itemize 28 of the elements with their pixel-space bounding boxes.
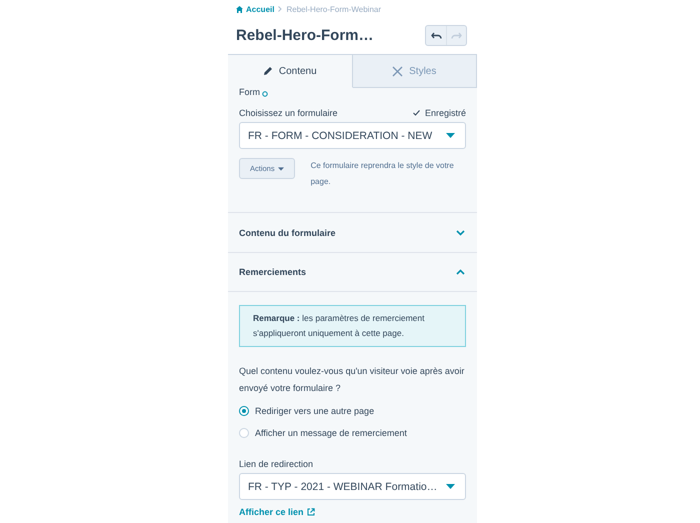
caret-icon: [446, 484, 455, 489]
tab[interactable]: Contenu: [228, 54, 352, 88]
redirect-dropdown[interactable]: FR - TYP - 2021 - WEBINAR Formatio…: [239, 473, 466, 500]
caret-icon: [446, 133, 455, 138]
redo-icon: [451, 30, 462, 40]
home-link[interactable]: Accueil: [236, 5, 274, 14]
style-note: Ce formulaire reprendra le style de votre page.: [310, 160, 455, 188]
notice-box: Remarque : les paramètres de remerciement s'appliqueront uniquement à cette page.: [239, 305, 466, 347]
field-label: Choisissez un formulaire: [239, 108, 338, 118]
home-icon: [236, 6, 243, 13]
field-label: Lien de redirection: [239, 459, 314, 469]
radio-option[interactable]: Afficher un message de remerciement: [239, 424, 407, 441]
question-text: Quel contenu voulez-vous qu'un visiteur voie après avoir envoyé votre formulaire ?: [239, 365, 466, 395]
radio-button[interactable]: [239, 406, 249, 416]
form-dropdown[interactable]: FR - FORM - CONSIDERATION - NEW: [239, 122, 466, 149]
accordion-header[interactable]: Remerciements: [228, 252, 477, 292]
page-title: Rebel-Hero-Form…: [236, 26, 374, 44]
breadcrumb-current: Rebel-Hero-Form-Webinar: [286, 5, 382, 14]
section-label: Form: [239, 88, 260, 97]
radio-option[interactable]: Rediriger vers une autre page: [239, 402, 374, 419]
chevron-icon: [278, 5, 282, 14]
caret-icon: [278, 166, 284, 170]
external-link-icon: [306, 508, 315, 516]
check-icon: [412, 110, 420, 116]
accordion-header[interactable]: Contenu du formulaire: [228, 212, 477, 252]
undo-icon: [430, 30, 442, 40]
saved-status: Enregistré: [424, 108, 466, 118]
pencil-icon: [262, 66, 273, 76]
